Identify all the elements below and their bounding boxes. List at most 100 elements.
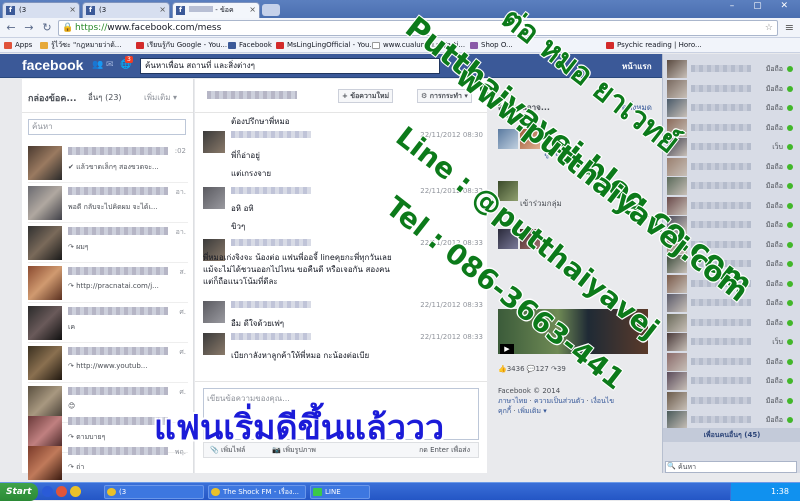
chat-friend-row[interactable]: มือถือ (667, 216, 797, 234)
facebook-logo[interactable]: facebook (22, 57, 83, 73)
blurred-name (68, 347, 168, 355)
conversation-snippet: ↷ http://www.youtub... (68, 362, 148, 370)
more-dropdown[interactable]: เพิ่มเติม ▾ (144, 91, 177, 104)
inbox-title[interactable]: กล่องข้อค... (28, 91, 77, 105)
facebook-search-input[interactable]: ค้นหาเพื่อน สถานที่ และสิ่งต่างๆ (140, 58, 440, 74)
taskbar-item-chrome[interactable]: (3 (104, 485, 204, 499)
conversation-item[interactable]: ส. ↷ http://pracnatai.com/j... (28, 263, 188, 303)
chat-friend-row[interactable]: เว็บ (667, 138, 797, 156)
blurred-name (68, 307, 168, 315)
avatar (667, 313, 687, 332)
close-tab-icon[interactable]: × (69, 3, 76, 17)
bookmark-item[interactable]: Shop O... (470, 38, 513, 52)
friend-requests-icon[interactable]: 👥 (92, 60, 103, 70)
see-all-link[interactable]: ดูทั้งหมด (622, 101, 652, 114)
bookmark-icon (40, 42, 48, 49)
bookmark-item[interactable]: MsLingLingOfficial - You... (276, 38, 376, 52)
chat-friend-row[interactable]: มือถือ (667, 177, 797, 195)
bookmark-star-icon[interactable]: ☆ (765, 21, 773, 35)
messages-icon[interactable]: ✉ (106, 60, 117, 70)
chat-friend-row[interactable]: มือถือ (667, 352, 797, 371)
avatar (203, 187, 225, 209)
suggestion-photo[interactable] (498, 181, 518, 201)
terms-link[interactable]: เงื่อนไข (591, 397, 614, 405)
chat-friend-row[interactable]: มือถือ (667, 196, 797, 215)
close-tab-icon[interactable]: × (159, 3, 166, 17)
actions-button[interactable]: ⚙ การกระทำ ▾ (417, 89, 472, 103)
start-button[interactable]: Start (0, 483, 38, 501)
chat-friend-row[interactable]: มือถือ (667, 99, 797, 117)
suggestion-photo[interactable] (520, 229, 540, 249)
language-link[interactable]: ภาษาไทย (498, 397, 527, 405)
blurred-friend-name (691, 357, 751, 365)
conversation-item[interactable]: อา. ↷ ผมๆ (28, 223, 188, 263)
firefox-icon[interactable] (56, 486, 67, 497)
bookmark-item[interactable]: เรียนรู้กับ Google - You... (136, 38, 227, 52)
more-link[interactable]: เพิ่มเติม ▾ (518, 407, 547, 415)
chat-friend-row[interactable]: มือถือ (667, 79, 797, 98)
taskbar-item-line[interactable]: LINE (310, 485, 370, 499)
chat-friend-row[interactable]: มือถือ (667, 391, 797, 410)
bookmark-item[interactable]: รู้ไว้ซะ "กฎหมายว่าด้... (40, 38, 121, 52)
chat-friend-row[interactable]: มือถือ (667, 274, 797, 293)
bookmark-facebook[interactable]: Facebook (228, 38, 272, 52)
browser-tab-3[interactable]: f - ข้อค × (172, 2, 260, 18)
notification-badge: 3 (125, 56, 133, 63)
conversation-time: ส. (179, 268, 187, 276)
chat-friend-row[interactable]: มือถือ (667, 255, 797, 273)
ie-icon[interactable] (42, 486, 53, 497)
chat-friend-row[interactable]: มือถือ (667, 294, 797, 312)
chat-friend-row[interactable]: มือถือ (667, 411, 797, 429)
play-icon[interactable]: ▶ (500, 344, 514, 354)
chat-friend-row[interactable]: มือถือ (667, 313, 797, 332)
chat-friend-row[interactable]: เว็บ (667, 333, 797, 351)
other-folder-link[interactable]: อื่นๆ (23) (88, 91, 122, 104)
suggestion-photo[interactable] (498, 229, 518, 249)
window-controls[interactable]: – ▢ ✕ (730, 1, 796, 11)
privacy-link[interactable]: ความเป็นส่วนตัว (534, 397, 584, 405)
overlay-caption: แฟนเริ่มดีขึ้นแล้ววว (154, 408, 445, 448)
back-icon[interactable]: ← (4, 21, 18, 35)
url-text: www.facebook.com/mess (107, 23, 222, 33)
blurred-friend-name (691, 221, 751, 228)
forward-icon[interactable]: → (22, 21, 36, 35)
message-time: 22/11/2012 08:33 (420, 301, 483, 309)
conversation-item[interactable]: ศ. ↷ http://www.youtub... (28, 343, 188, 383)
chat-friend-row[interactable]: มือถือ (667, 235, 797, 254)
suggestion-photo[interactable] (520, 129, 540, 149)
home-link[interactable]: หน้าแรก (622, 60, 652, 73)
taskbar-item-shockfm[interactable]: The Shock FM - เรื่อง... (208, 485, 306, 499)
new-tab-button[interactable] (262, 4, 280, 16)
browser-tab-2[interactable]: f (3 × (82, 2, 170, 18)
conversation-time: ศ. (179, 308, 186, 316)
more-friends-header[interactable]: เพื่อนคนอื่นๆ (45) (663, 428, 800, 442)
join-group-link[interactable]: เข้าร่วมกลุ่ม (520, 197, 562, 210)
like-button[interactable]: ถูกใจ (544, 147, 562, 160)
browser-tab-1[interactable]: f (3 × (2, 2, 80, 18)
conversation-item[interactable]: อา. พอดี กลับจะไปคิดผม จะได้เ... (28, 183, 188, 223)
blurred-conversation-name (207, 91, 297, 99)
clock[interactable]: 1:38 (771, 487, 789, 496)
chat-friend-row[interactable]: มือถือ (667, 118, 797, 137)
inbox-search-input[interactable]: ค้นหา (28, 119, 186, 135)
chat-friend-row[interactable]: มือถือ (667, 157, 797, 176)
menu-icon[interactable]: ≡ (785, 21, 794, 34)
friend-status-label: มือถือ (765, 416, 783, 424)
cookies-link[interactable]: คุกกี้ (498, 407, 511, 415)
chat-friend-row[interactable]: มือถือ (667, 60, 797, 78)
suggestion-photo[interactable] (498, 129, 518, 149)
video-thumbnail[interactable] (498, 309, 648, 354)
chat-search-input[interactable]: ค้นหา (665, 461, 797, 473)
bookmark-item[interactable]: Psychic reading | Horo... (606, 38, 702, 52)
chat-friend-row[interactable]: มือถือ (667, 372, 797, 390)
address-bar[interactable]: 🔒 https://www.facebook.com/mess ☆ (58, 20, 778, 36)
close-tab-icon[interactable]: × (249, 3, 256, 17)
chrome-icon[interactable] (70, 486, 81, 497)
conversation-item[interactable]: :02 ✔ แล้วขาดเล็กๆ สองขวดจะ... (28, 143, 188, 183)
conversation-item[interactable]: ศ. เค (28, 303, 188, 343)
reload-icon[interactable]: ↻ (40, 21, 54, 35)
blurred-friend-name (691, 201, 751, 209)
new-message-button[interactable]: + ข้อความใหม่ (338, 89, 394, 103)
bookmark-apps[interactable]: Apps (4, 38, 32, 52)
bookmark-item[interactable]: www.cualumni.us/arti... (372, 38, 465, 52)
